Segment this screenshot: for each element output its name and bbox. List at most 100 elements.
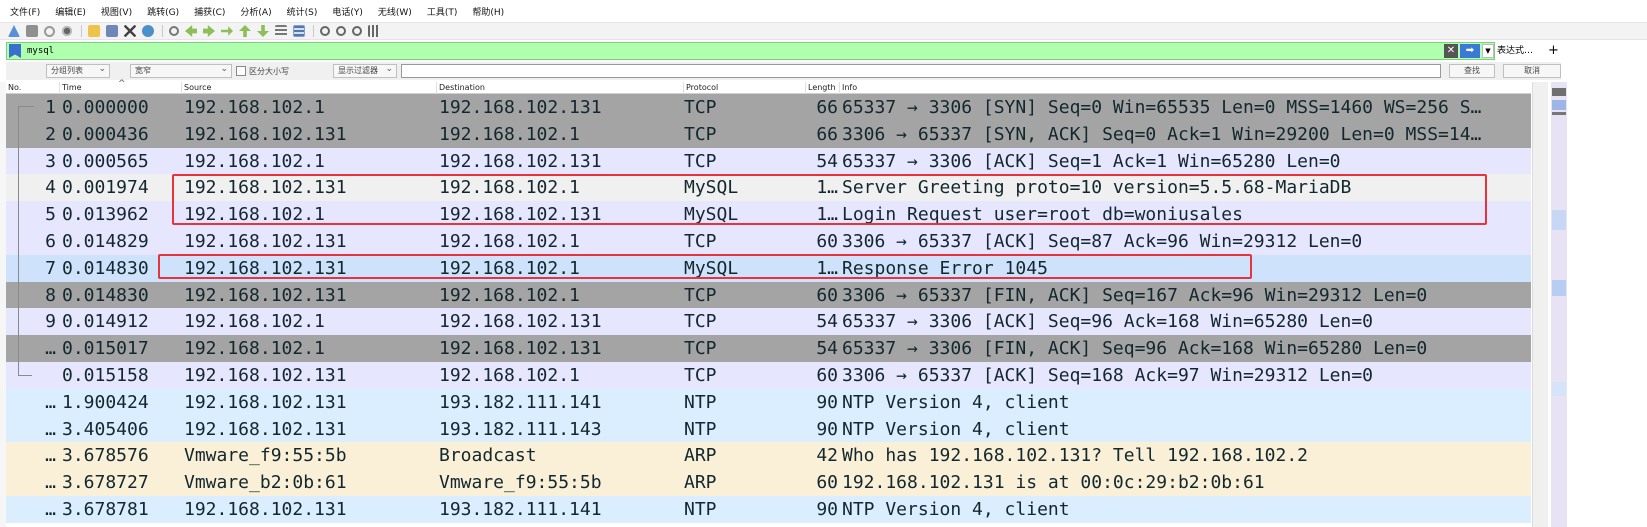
clear-filter-icon[interactable]: ✕	[1444, 44, 1458, 58]
conversation-tree-line	[18, 106, 19, 376]
bookmark-icon[interactable]	[9, 44, 21, 58]
packet-no-cell: 7	[45, 257, 56, 279]
packet-row[interactable]: … 0.015017 192.168.102.1 192.168.102.131 TCP…	[6, 335, 1531, 363]
packet-destination-cell: Broadcast	[439, 445, 537, 467]
packet-protocol-cell: TCP	[684, 97, 717, 118]
packet-source-cell: 192.168.102.131	[184, 365, 347, 386]
close-icon[interactable]	[124, 25, 136, 37]
column-no[interactable]: No.	[6, 82, 60, 94]
packet-row[interactable]: … 1.900424 192.168.102.131 193.182.111.141 N…	[6, 388, 1531, 416]
resize-columns-icon[interactable]	[368, 25, 380, 37]
packet-length-cell: 66	[816, 123, 838, 145]
zoom-out-icon[interactable]	[336, 26, 346, 36]
packet-protocol-cell: TCP	[684, 365, 717, 386]
menu-item[interactable]: 视图(V)	[101, 5, 132, 18]
packet-destination-cell: 192.168.102.1	[439, 284, 580, 306]
apply-filter-icon[interactable]: ➡	[1460, 44, 1480, 58]
open-icon[interactable]	[88, 25, 100, 37]
options-icon[interactable]	[61, 25, 73, 37]
menu-item[interactable]: 编辑(E)	[55, 5, 86, 18]
packet-row[interactable]: 6 0.014829 192.168.102.131 192.168.102.1 TCP…	[6, 228, 1531, 255]
packet-length-cell: 60	[816, 472, 838, 494]
case-sensitive-label: 区分大小写	[249, 66, 289, 76]
column-source[interactable]: Source	[182, 82, 437, 94]
menu-item[interactable]: 跳转(G)	[147, 5, 179, 18]
menu-bar: 文件(F) 编辑(E) 视图(V) 跳转(G) 捕获(C) 分析(A) 统计(S) 电话(Y)…	[0, 0, 1647, 22]
packet-time-cell: 0.001974	[62, 177, 149, 199]
column-protocol[interactable]: Protocol	[684, 82, 806, 94]
cancel-button[interactable]: 取消	[1503, 64, 1561, 78]
packet-protocol-cell: TCP	[684, 123, 717, 145]
menu-item[interactable]: 统计(S)	[287, 5, 318, 18]
reload-icon[interactable]	[142, 25, 154, 37]
packet-length-cell: 42	[816, 445, 838, 467]
toolbar-separator	[313, 25, 314, 37]
display-filter-input[interactable]: mysql	[27, 46, 1444, 56]
shark-fin-icon[interactable]	[8, 25, 20, 37]
packet-length-cell: 54	[816, 150, 838, 172]
packet-destination-cell: 192.168.102.1	[439, 365, 580, 386]
menu-item[interactable]: 帮助(H)	[472, 5, 504, 18]
packet-protocol-cell: NTP	[684, 418, 717, 440]
case-sensitive-checkbox[interactable]	[236, 66, 246, 76]
packet-protocol-cell: TCP	[684, 284, 717, 306]
find-button[interactable]: 查找	[1449, 64, 1495, 78]
menu-item[interactable]: 工具(T)	[427, 5, 458, 18]
menu-item[interactable]: 文件(F)	[10, 5, 40, 18]
expression-button[interactable]: 表达式…	[1497, 42, 1533, 60]
back-icon[interactable]	[185, 25, 197, 37]
packet-row[interactable]: … 3.678781 192.168.102.131 193.182.111.141 N…	[6, 496, 1531, 523]
packet-row[interactable]: 0.015158 192.168.102.131 192.168.102.1 TCP 6…	[6, 362, 1531, 389]
restart-icon[interactable]	[44, 25, 55, 37]
packet-row[interactable]: 9 0.014912 192.168.102.1 192.168.102.131 TCP…	[6, 308, 1531, 336]
packet-row[interactable]: 1 0.000000 192.168.102.1 192.168.102.131 TCP…	[6, 94, 1531, 121]
filter-history-dropdown[interactable]: ▼	[1482, 44, 1494, 58]
forward-icon[interactable]	[203, 25, 215, 37]
conversation-tree-start	[18, 106, 34, 107]
packet-time-cell: 3.678727	[62, 472, 149, 494]
display-filter-bar: mysql ✕ ➡ ▼	[6, 42, 1495, 60]
packet-time-cell: 0.000565	[62, 150, 149, 172]
autoscroll-icon[interactable]	[275, 25, 287, 37]
colorize-icon[interactable]	[293, 25, 305, 37]
packet-minimap[interactable]	[1551, 82, 1567, 527]
column-info[interactable]: Info	[840, 82, 1531, 94]
add-filter-button[interactable]: +	[1548, 42, 1559, 60]
column-length[interactable]: Length	[806, 82, 840, 94]
packet-row[interactable]: 2 0.000436 192.168.102.131 192.168.102.1 TCP…	[6, 120, 1531, 148]
search-in-select[interactable]: 分组列表	[46, 63, 110, 78]
packet-source-cell: 192.168.102.1	[184, 338, 325, 360]
find-icon[interactable]	[169, 26, 179, 36]
find-input[interactable]	[401, 64, 1441, 78]
packet-row[interactable]: 8 0.014830 192.168.102.131 192.168.102.1 TCP…	[6, 281, 1531, 309]
zoom-reset-icon[interactable]	[352, 26, 362, 36]
menu-item[interactable]: 电话(Y)	[332, 5, 363, 18]
column-destination[interactable]: Destination	[437, 82, 684, 94]
last-icon[interactable]	[257, 25, 269, 37]
menu-item[interactable]: 分析(A)	[240, 5, 271, 18]
find-mode-select[interactable]: 显示过滤器	[333, 63, 397, 78]
packet-list-scrollbar[interactable]	[1532, 82, 1548, 527]
stop-icon[interactable]	[26, 25, 38, 37]
packet-time-cell: 0.000000	[62, 97, 149, 118]
menu-item[interactable]: 捕获(C)	[194, 5, 225, 18]
zoom-in-icon[interactable]	[320, 26, 330, 36]
packet-row[interactable]: … 3.678727 Vmware_b2:0b:61 Vmware_f9:55:5b A…	[6, 469, 1531, 497]
packet-no-cell: 4	[45, 177, 56, 199]
packet-destination-cell: 193.182.111.143	[439, 418, 602, 440]
packet-length-cell: 90	[816, 391, 838, 413]
string-type-select[interactable]: 宽窄	[130, 63, 232, 78]
packet-no-cell: 9	[45, 311, 56, 333]
menu-item[interactable]: 无线(W)	[378, 5, 412, 18]
sort-ascending-icon: ^	[118, 79, 126, 89]
packet-row[interactable]: 3 0.000565 192.168.102.1 192.168.102.131 TCP…	[6, 147, 1531, 175]
packet-protocol-cell: TCP	[684, 150, 717, 172]
toolbar-separator	[81, 25, 82, 37]
packet-row[interactable]: … 3.678576 Vmware_f9:55:5b Broadcast ARP 42 Wh…	[6, 442, 1531, 470]
packet-row[interactable]: … 3.405406 192.168.102.131 193.182.111.143 N…	[6, 415, 1531, 443]
packet-no-cell: 2	[45, 123, 56, 145]
main-toolbar	[0, 22, 1647, 40]
save-icon[interactable]	[106, 25, 118, 37]
goto-icon[interactable]	[221, 26, 233, 36]
first-icon[interactable]	[239, 25, 251, 37]
